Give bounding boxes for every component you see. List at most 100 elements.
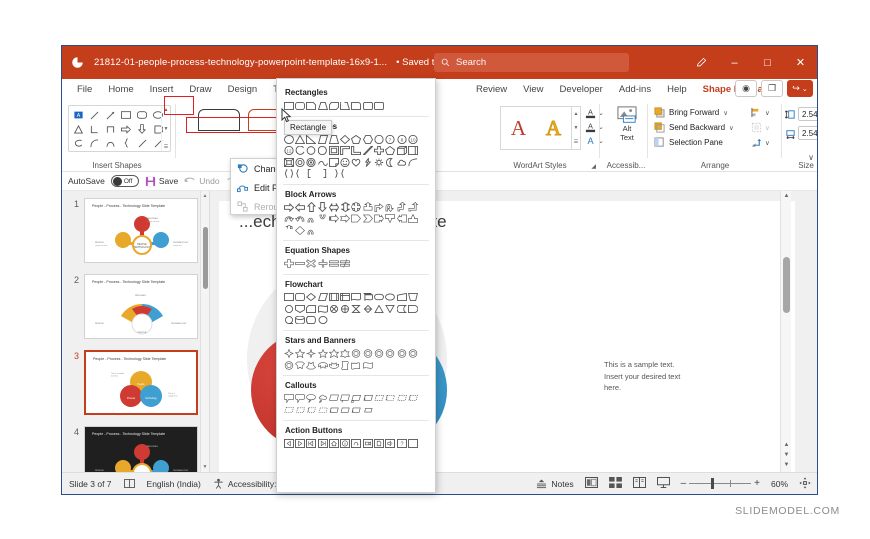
shape-elbow2-icon[interactable]: [102, 122, 118, 136]
shape-up-down-arrow[interactable]: [339, 202, 350, 214]
alt-text-button[interactable]: Alt Text: [612, 106, 642, 142]
shape-donut[interactable]: [294, 157, 305, 169]
tab-home[interactable]: Home: [100, 79, 141, 100]
shape-cube[interactable]: [396, 145, 407, 157]
action-button-back[interactable]: [283, 438, 294, 450]
zoom-out-button[interactable]: –: [681, 478, 687, 489]
wordart-sample-yellow[interactable]: A: [545, 115, 561, 141]
flowchart-extract[interactable]: [373, 303, 384, 315]
tab-help[interactable]: Help: [659, 79, 695, 100]
shape-heptagon[interactable]: [373, 134, 384, 146]
shape-notched-right-arrow[interactable]: [339, 213, 351, 225]
shape-right-arrow[interactable]: [283, 202, 294, 214]
slide-preview[interactable]: People - Process - Technology Slide Temp…: [84, 274, 198, 339]
flowchart-sequential-access[interactable]: [283, 315, 294, 327]
shape-half-frame[interactable]: [328, 145, 339, 157]
shape-moon[interactable]: [385, 157, 396, 169]
callout-line-accent-2[interactable]: [373, 393, 384, 405]
flowchart-display[interactable]: [317, 315, 328, 327]
down-ribbon[interactable]: [306, 360, 317, 372]
vertical-scroll[interactable]: [339, 360, 350, 372]
tab-design[interactable]: Design: [220, 79, 266, 100]
shape-lightning-bolt[interactable]: [362, 157, 373, 169]
star-7-point[interactable]: [339, 348, 351, 360]
shape-dodecagon[interactable]: 10: [407, 134, 418, 146]
shape-left-bracket[interactable]: [306, 168, 317, 180]
callout-oval[interactable]: [306, 393, 317, 405]
shape-hexagon[interactable]: [362, 134, 373, 146]
shape-arrow-icon[interactable]: [102, 108, 118, 122]
chevron-down-icon[interactable]: ∨: [765, 139, 770, 147]
slide-thumbnail-1[interactable]: 1 People - Process - Technology Slide Te…: [70, 198, 198, 263]
flowchart-off-page-connector[interactable]: [294, 303, 305, 315]
chevron-down-icon[interactable]: ∨: [729, 124, 734, 132]
callout-rounded[interactable]: [294, 393, 305, 405]
text-fill-button[interactable]: A ⌄: [585, 106, 604, 120]
view-reading-button[interactable]: [632, 477, 646, 490]
flowchart-collate[interactable]: [351, 303, 362, 315]
scroll-down-icon[interactable]: ▼: [574, 125, 579, 131]
action-button-document[interactable]: [373, 438, 384, 450]
shape-can[interactable]: [407, 145, 418, 157]
shapes-row-action-buttons[interactable]: ?: [283, 438, 429, 450]
callout-line-3[interactable]: [351, 393, 362, 405]
star-32-point[interactable]: [407, 348, 418, 360]
share-button[interactable]: ↪ ⌄: [787, 80, 813, 97]
shape-line-icon[interactable]: [86, 108, 102, 122]
callout-cloud[interactable]: [317, 393, 328, 405]
curved-down-ribbon[interactable]: [328, 360, 339, 372]
star-12-point[interactable]: [373, 348, 384, 360]
shape-elbow-icon[interactable]: [86, 122, 102, 136]
more-wordart-icon[interactable]: ☰: [574, 139, 578, 145]
action-button-beginning[interactable]: [306, 438, 317, 450]
scroll-down-icon[interactable]: ▼: [203, 464, 208, 472]
zoom-level[interactable]: 60%: [771, 479, 788, 489]
wave[interactable]: [362, 360, 373, 372]
shape-teardrop[interactable]: [306, 145, 317, 157]
shape-round-single-corner[interactable]: [351, 100, 362, 112]
flowchart-multidocument[interactable]: [362, 292, 373, 304]
canvas-scrollbar[interactable]: ▲ ▲ ▼ ▼: [780, 191, 791, 472]
comments-button[interactable]: ❐: [761, 80, 783, 97]
slide-preview[interactable]: People - Process - Technology Slide Temp…: [84, 198, 198, 263]
shape-snip-single-corner[interactable]: [306, 100, 317, 112]
star-4-point-b[interactable]: [306, 348, 317, 360]
ribbon-collapse-button[interactable]: ∨: [808, 153, 814, 162]
shape-pentagon[interactable]: [351, 134, 362, 146]
action-button-sound[interactable]: [385, 438, 396, 450]
shape-folded-corner[interactable]: [328, 157, 339, 169]
flowchart-decision[interactable]: [306, 292, 317, 304]
star-8-point[interactable]: [351, 348, 362, 360]
shape-snip-round-same-side[interactable]: [339, 100, 351, 112]
flowchart-preparation[interactable]: [385, 292, 396, 304]
shape-trapezoid[interactable]: [328, 134, 339, 146]
tab-developer[interactable]: Developer: [552, 79, 611, 100]
shape-frame[interactable]: [317, 145, 328, 157]
shape-not-equal[interactable]: [339, 258, 350, 270]
callout-line-2[interactable]: [339, 393, 351, 405]
align-button[interactable]: ∨: [751, 105, 770, 120]
next-slide-icon[interactable]: ▼: [781, 452, 792, 458]
shape-freeform-icon[interactable]: [70, 136, 86, 150]
tab-view[interactable]: View: [515, 79, 551, 100]
previous-slide-icon[interactable]: ▲: [781, 442, 792, 448]
star-24-point[interactable]: [396, 348, 407, 360]
flowchart-magnetic-disk[interactable]: [294, 315, 305, 327]
shape-striped-right-arrow[interactable]: [328, 213, 339, 225]
callout-line-accent-1[interactable]: [362, 393, 373, 405]
notes-button[interactable]: Notes: [536, 479, 574, 489]
scroll-down-icon[interactable]: ▼: [781, 462, 792, 468]
zoom-track[interactable]: [689, 478, 752, 489]
wordart-sample-red[interactable]: A: [511, 116, 526, 141]
shape-pie[interactable]: 12: [283, 145, 294, 157]
shape-up-arrow-callout[interactable]: [407, 213, 418, 225]
shape-left-up-arrow[interactable]: [396, 202, 407, 214]
shape-diagonal-stripe[interactable]: [362, 145, 373, 157]
shape-triangle[interactable]: [294, 134, 305, 146]
shape-curved-connector-arrow[interactable]: [306, 225, 317, 237]
shape-circular-arrow[interactable]: [283, 225, 294, 237]
shape-curve-icon[interactable]: [86, 136, 102, 150]
shape-parallelogram[interactable]: [317, 134, 328, 146]
thumbnails-scrollbar[interactable]: ▲ ▼: [200, 191, 209, 472]
action-button-information[interactable]: [339, 438, 351, 450]
